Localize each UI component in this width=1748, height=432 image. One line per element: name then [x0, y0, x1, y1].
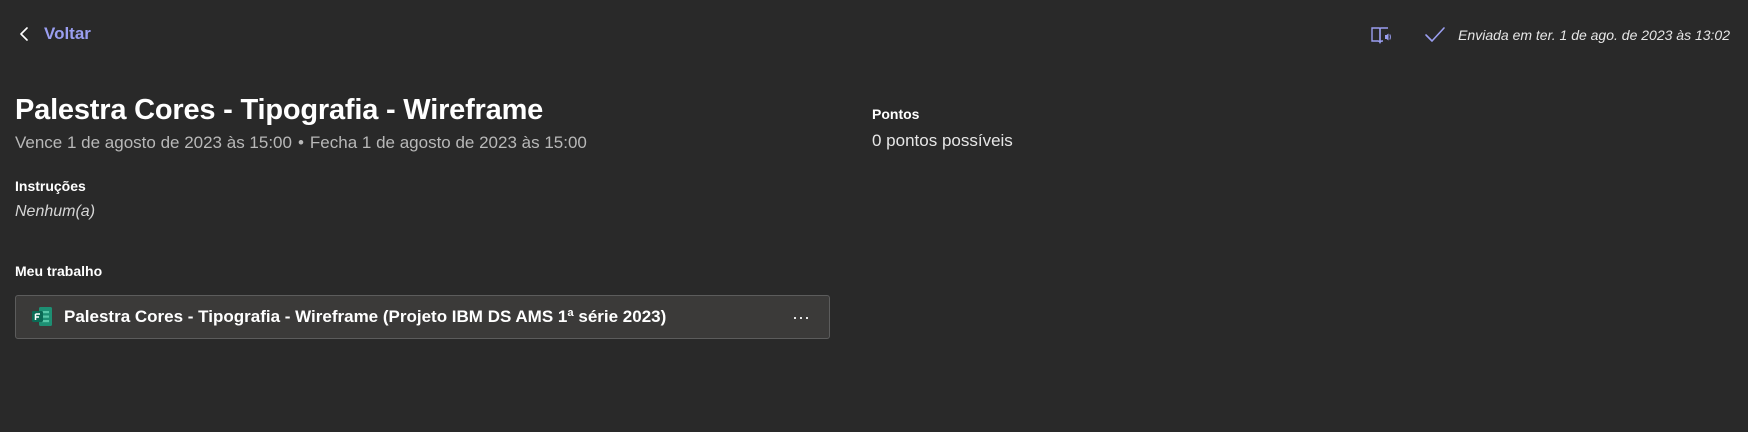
points-value: 0 pontos possíveis	[872, 131, 1013, 150]
assignment-dates: Vence 1 de agosto de 2023 às 15:00 • Fecha…	[15, 133, 587, 153]
date-separator: •	[297, 133, 304, 152]
microsoft-forms-icon	[30, 305, 54, 329]
submitted-timestamp: Enviada em ter. 1 de ago. de 2023 às 13:…	[1458, 27, 1730, 43]
due-date: Vence 1 de agosto de 2023 às 15:00	[15, 133, 292, 152]
immersive-reader-button[interactable]	[1368, 22, 1394, 48]
points-label: Pontos	[872, 106, 920, 122]
my-work-label: Meu trabalho	[15, 263, 103, 279]
work-attachment-name: Palestra Cores - Tipografia - Wireframe …	[64, 307, 667, 326]
assignment-title: Palestra Cores - Tipografia - Wireframe	[15, 94, 544, 126]
back-label: Voltar	[44, 24, 91, 43]
assignment-page: Voltar Enviada em ter. 1 de ago. de 2023…	[0, 0, 1748, 432]
more-options-button[interactable]: ···	[787, 303, 815, 331]
immersive-reader-icon	[1371, 27, 1391, 44]
instructions-label: Instruções	[15, 178, 86, 194]
back-button[interactable]: Voltar	[16, 24, 91, 44]
close-date: Fecha 1 de agosto de 2023 às 15:00	[309, 133, 587, 152]
instructions-value: Nenhum(a)	[15, 203, 96, 220]
submission-status-bar: Enviada em ter. 1 de ago. de 2023 às 13:…	[1368, 22, 1730, 48]
checkmark-icon	[1424, 24, 1446, 46]
work-attachment-card[interactable]: Palestra Cores - Tipografia - Wireframe …	[15, 295, 830, 339]
chevron-left-icon	[16, 25, 34, 43]
